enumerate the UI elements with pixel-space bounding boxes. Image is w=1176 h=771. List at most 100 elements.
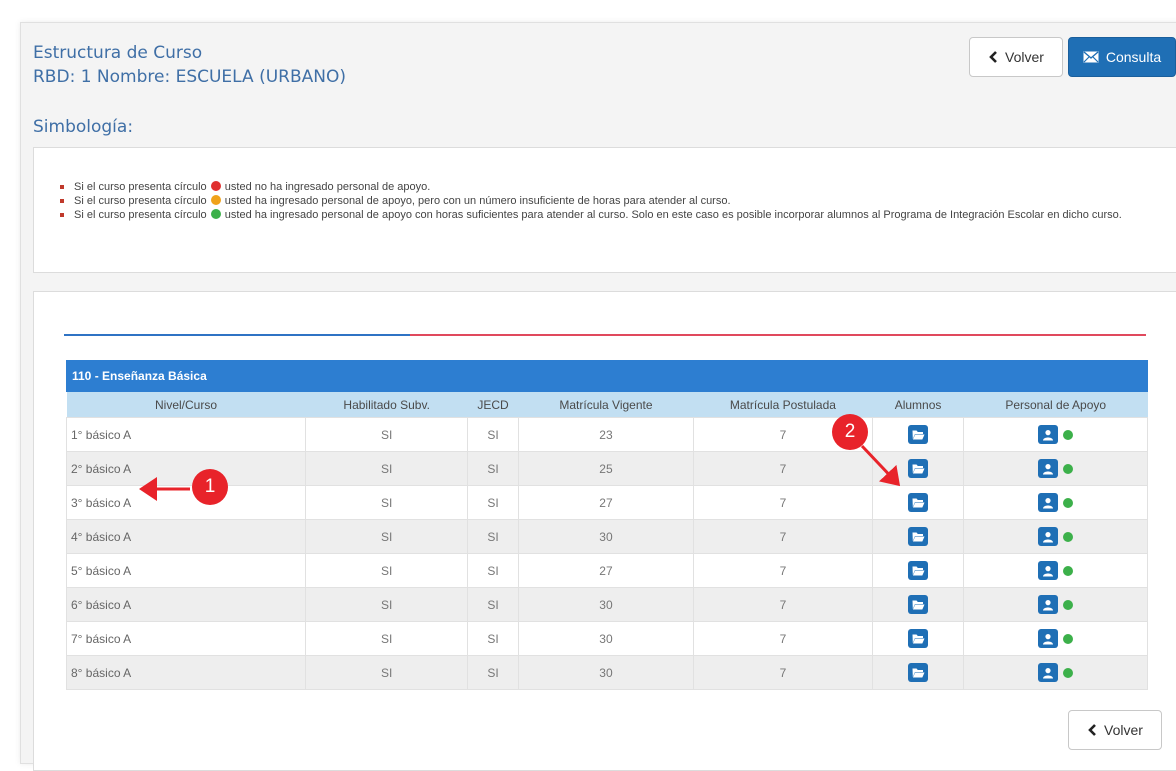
volver-button[interactable]: Volver bbox=[969, 37, 1063, 77]
course-table: Nivel/Curso Habilitado Subv. JECD Matrícula… bbox=[66, 392, 1148, 690]
user-icon[interactable] bbox=[1038, 425, 1059, 444]
legend-text-after: usted ha ingresado personal de apoyo, pe… bbox=[224, 195, 731, 207]
personal-apoyo-cell bbox=[963, 553, 1148, 588]
jecd-cell: SI bbox=[467, 621, 519, 656]
matricula-vigente-cell: 30 bbox=[517, 587, 695, 622]
status-circle-icon bbox=[1063, 531, 1074, 542]
curso-cell: 1° básico A bbox=[66, 417, 306, 452]
curso-cell: 4° básico A bbox=[66, 519, 306, 554]
column-header: Matrícula Vigente bbox=[518, 392, 694, 418]
volver-label: Volver bbox=[1005, 49, 1044, 65]
table-row: 7° básico A SI SI 30 7 bbox=[66, 621, 1148, 656]
user-icon[interactable] bbox=[1038, 527, 1059, 546]
table-body: 1° básico A SI SI 23 7 2° básico A SI SI 25 7 3° b… bbox=[66, 417, 1148, 690]
page-container: Estructura de Curso RBD: 1 Nombre: ESCUE… bbox=[20, 22, 1176, 771]
folder-open-icon[interactable] bbox=[908, 425, 929, 444]
column-header: Habilitado Subv. bbox=[305, 392, 468, 418]
habilitado-cell: SI bbox=[304, 553, 469, 588]
user-icon[interactable] bbox=[1038, 561, 1059, 580]
status-circle-icon bbox=[1063, 463, 1074, 474]
legend-text-after: usted no ha ingresado personal de apoyo. bbox=[224, 181, 431, 193]
alumnos-cell bbox=[871, 451, 965, 486]
table-row: 6° básico A SI SI 30 7 bbox=[66, 587, 1148, 622]
consulta-label: Consulta bbox=[1105, 49, 1162, 65]
habilitado-cell: SI bbox=[304, 655, 469, 690]
course-table-wrap: 110 - Enseñanza Básica Nivel/Curso Habili… bbox=[66, 360, 1148, 690]
user-icon[interactable] bbox=[1038, 663, 1059, 682]
status-circle-icon bbox=[1063, 667, 1074, 678]
matricula-vigente-cell: 30 bbox=[517, 519, 695, 554]
legend-text-after: usted ha ingresado personal de apoyo con… bbox=[224, 209, 1122, 221]
jecd-cell: SI bbox=[467, 451, 519, 486]
consulta-button[interactable]: Consulta bbox=[1068, 37, 1176, 77]
legend-item: Si el curso presenta círculo usted ha in… bbox=[56, 194, 1136, 208]
personal-apoyo-cell bbox=[963, 417, 1148, 452]
folder-open-icon[interactable] bbox=[908, 527, 929, 546]
personal-apoyo-cell bbox=[963, 451, 1148, 486]
matricula-postulada-cell: 7 bbox=[693, 519, 873, 554]
course-panel: 110 - Enseñanza Básica Nivel/Curso Habili… bbox=[33, 291, 1176, 771]
legend-text-before: Si el curso presenta círculo bbox=[74, 209, 207, 221]
folder-open-icon[interactable] bbox=[908, 459, 929, 478]
table-row: 8° básico A SI SI 30 7 bbox=[66, 655, 1148, 690]
curso-cell: 5° básico A bbox=[66, 553, 306, 588]
matricula-vigente-cell: 23 bbox=[517, 417, 695, 452]
volver-bottom-button[interactable]: Volver bbox=[1068, 710, 1162, 750]
legend-item: Si el curso presenta círculo usted ha in… bbox=[56, 208, 1136, 222]
matricula-postulada-cell: 7 bbox=[693, 587, 873, 622]
status-circle-icon bbox=[1063, 599, 1074, 610]
table-row: 1° básico A SI SI 23 7 bbox=[66, 417, 1148, 452]
legend-list: Si el curso presenta círculo usted no ha… bbox=[56, 180, 1136, 222]
user-icon[interactable] bbox=[1038, 459, 1059, 478]
habilitado-cell: SI bbox=[304, 621, 469, 656]
page-title: Estructura de Curso bbox=[33, 43, 203, 63]
matricula-postulada-cell: 7 bbox=[693, 451, 873, 486]
status-circle-icon bbox=[1063, 429, 1074, 440]
annotation-badge-2: 2 bbox=[832, 414, 868, 450]
alumnos-cell bbox=[871, 519, 965, 554]
alumnos-cell bbox=[871, 417, 965, 452]
matricula-vigente-cell: 30 bbox=[517, 655, 695, 690]
column-header: JECD bbox=[467, 392, 519, 418]
column-header: Alumnos bbox=[872, 392, 964, 418]
legend-box: Si el curso presenta círculo usted no ha… bbox=[33, 147, 1176, 273]
table-row: 3° básico A SI SI 27 7 bbox=[66, 485, 1148, 520]
jecd-cell: SI bbox=[467, 587, 519, 622]
personal-apoyo-cell bbox=[963, 621, 1148, 656]
status-circle-icon bbox=[210, 209, 221, 219]
legend-text-before: Si el curso presenta círculo bbox=[74, 195, 207, 207]
status-circle-icon bbox=[210, 195, 221, 205]
folder-open-icon[interactable] bbox=[908, 629, 929, 648]
habilitado-cell: SI bbox=[304, 519, 469, 554]
alumnos-cell bbox=[871, 587, 965, 622]
matricula-vigente-cell: 25 bbox=[517, 451, 695, 486]
jecd-cell: SI bbox=[467, 485, 519, 520]
divider-red bbox=[410, 334, 1146, 336]
folder-open-icon[interactable] bbox=[908, 595, 929, 614]
status-circle-icon bbox=[1063, 497, 1074, 508]
table-row: 5° básico A SI SI 27 7 bbox=[66, 553, 1148, 588]
curso-cell: 3° básico A bbox=[66, 485, 306, 520]
user-icon[interactable] bbox=[1038, 629, 1059, 648]
user-icon[interactable] bbox=[1038, 493, 1059, 512]
matricula-postulada-cell: 7 bbox=[693, 621, 873, 656]
simbologia-heading: Simbología: bbox=[33, 117, 134, 137]
folder-open-icon[interactable] bbox=[908, 663, 929, 682]
folder-open-icon[interactable] bbox=[908, 561, 929, 580]
jecd-cell: SI bbox=[467, 655, 519, 690]
divider-blue bbox=[64, 334, 410, 336]
user-icon[interactable] bbox=[1038, 595, 1059, 614]
annotation-badge-1: 1 bbox=[192, 469, 228, 505]
matricula-postulada-cell: 7 bbox=[693, 655, 873, 690]
alumnos-cell bbox=[871, 485, 965, 520]
jecd-cell: SI bbox=[467, 519, 519, 554]
volver-bottom-label: Volver bbox=[1104, 722, 1143, 738]
folder-open-icon[interactable] bbox=[908, 493, 929, 512]
matricula-vigente-cell: 30 bbox=[517, 621, 695, 656]
status-circle-icon bbox=[1063, 633, 1074, 644]
matricula-postulada-cell: 7 bbox=[693, 485, 873, 520]
matricula-vigente-cell: 27 bbox=[517, 553, 695, 588]
personal-apoyo-cell bbox=[963, 587, 1148, 622]
table-row: 4° básico A SI SI 30 7 bbox=[66, 519, 1148, 554]
curso-cell: 8° básico A bbox=[66, 655, 306, 690]
